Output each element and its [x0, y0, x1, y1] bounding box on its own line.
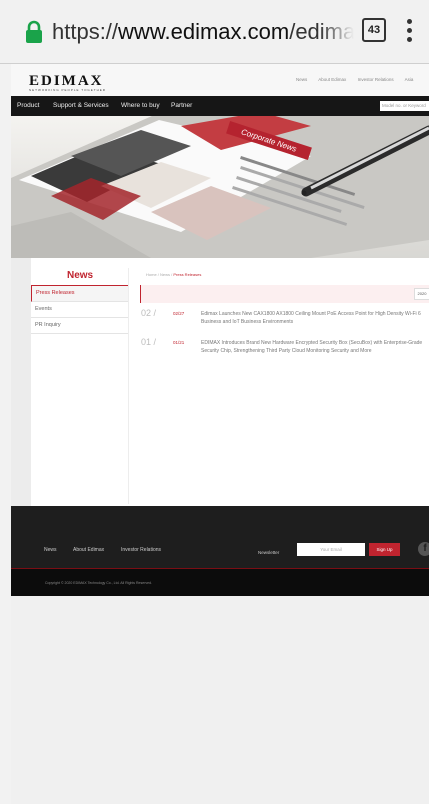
site-header: EDIMAX NETWORKING PEOPLE TOGETHER News A… [11, 64, 429, 96]
news-title[interactable]: EDIMAX Introduces Brand New Hardware Enc… [201, 339, 429, 355]
footer-link-news[interactable]: News [44, 547, 57, 553]
year-filter-bar: 2020 [140, 285, 429, 303]
tab-switcher-button[interactable]: 43 [362, 18, 386, 42]
url-scheme: https:// [52, 19, 119, 44]
news-title[interactable]: Edimax Launches New CAX1800 AX1800 Ceili… [201, 310, 429, 326]
facebook-icon[interactable]: f [418, 542, 429, 556]
browser-toolbar: https://www.edimax.com/edimax/ca 43 [0, 0, 429, 64]
toplink-about[interactable]: About Edimax [318, 77, 346, 82]
breadcrumb-path[interactable]: Home / News / [146, 272, 173, 277]
overflow-menu-icon[interactable] [404, 19, 414, 45]
web-page: EDIMAX NETWORKING PEOPLE TOGETHER News A… [11, 64, 429, 804]
nav-where-to-buy[interactable]: Where to buy [121, 102, 160, 109]
signup-button[interactable]: Sign Up [369, 543, 400, 556]
copyright-bar: Copyright © 2020 EDIMAX Technology Co., … [11, 568, 429, 597]
breadcrumb-current: Press Releases [173, 272, 202, 277]
news-date: 01/21 [173, 340, 185, 345]
main-nav: Product Support & Services Where to buy … [11, 96, 429, 116]
footer-link-investor[interactable]: Investor Relations [121, 547, 161, 553]
toplink-region[interactable]: Asia [405, 77, 414, 82]
sidebar-item-events[interactable]: Events [31, 302, 128, 318]
newsletter-label: Newsletter [258, 550, 280, 555]
top-links: News About Edimax Investor Relations Asi… [296, 77, 423, 82]
url-host: www.edimax.com [118, 19, 290, 44]
copyright-text: Copyright © 2020 EDIMAX Technology Co., … [45, 581, 152, 585]
hero-tablet-image [11, 116, 429, 258]
news-number: 01 / [141, 337, 157, 347]
site-search-input[interactable]: Model no. or Keyword [380, 101, 429, 111]
sidebar-item-pr-inquiry[interactable]: PR Inquiry [31, 318, 128, 334]
news-number: 02 / [141, 308, 157, 318]
nav-partner[interactable]: Partner [171, 102, 192, 109]
logo-tagline: NETWORKING PEOPLE TOGETHER [29, 88, 106, 92]
news-date: 02/27 [173, 311, 185, 316]
nav-product[interactable]: Product [17, 102, 39, 109]
site-footer: News About Edimax Investor Relations New… [11, 506, 429, 568]
sidebar-item-press-releases[interactable]: Press Releases [31, 285, 128, 302]
news-item[interactable]: 02 / 02/27 Edimax Launches New CAX1800 A… [141, 308, 429, 332]
nav-support[interactable]: Support & Services [53, 102, 109, 109]
sidebar-menu: Press Releases Events PR Inquiry [31, 285, 128, 334]
lock-icon [26, 20, 42, 43]
hero-banner: Corporate News [11, 116, 429, 258]
url-field[interactable]: https://www.edimax.com/edimax/ca [52, 18, 354, 46]
breadcrumb: Home / News / Press Releases [146, 272, 201, 277]
year-select[interactable]: 2020 [414, 288, 429, 300]
browser-viewport: https://www.edimax.com/edimax/ca 43 EDIM… [0, 0, 429, 804]
newsletter-email-input[interactable]: Your Email [297, 543, 365, 556]
sidebar-title: News [67, 270, 94, 281]
news-item[interactable]: 01 / 01/21 EDIMAX Introduces Brand New H… [141, 337, 429, 361]
toplink-investor[interactable]: Investor Relations [358, 77, 394, 82]
empty-page-area [11, 596, 429, 804]
news-section: News Press Releases Events PR Inquiry Ho… [31, 258, 429, 506]
toplink-news[interactable]: News [296, 77, 307, 82]
sidebar-divider [128, 268, 129, 504]
tab-count: 43 [367, 24, 381, 36]
footer-link-about[interactable]: About Edimax [73, 547, 104, 553]
